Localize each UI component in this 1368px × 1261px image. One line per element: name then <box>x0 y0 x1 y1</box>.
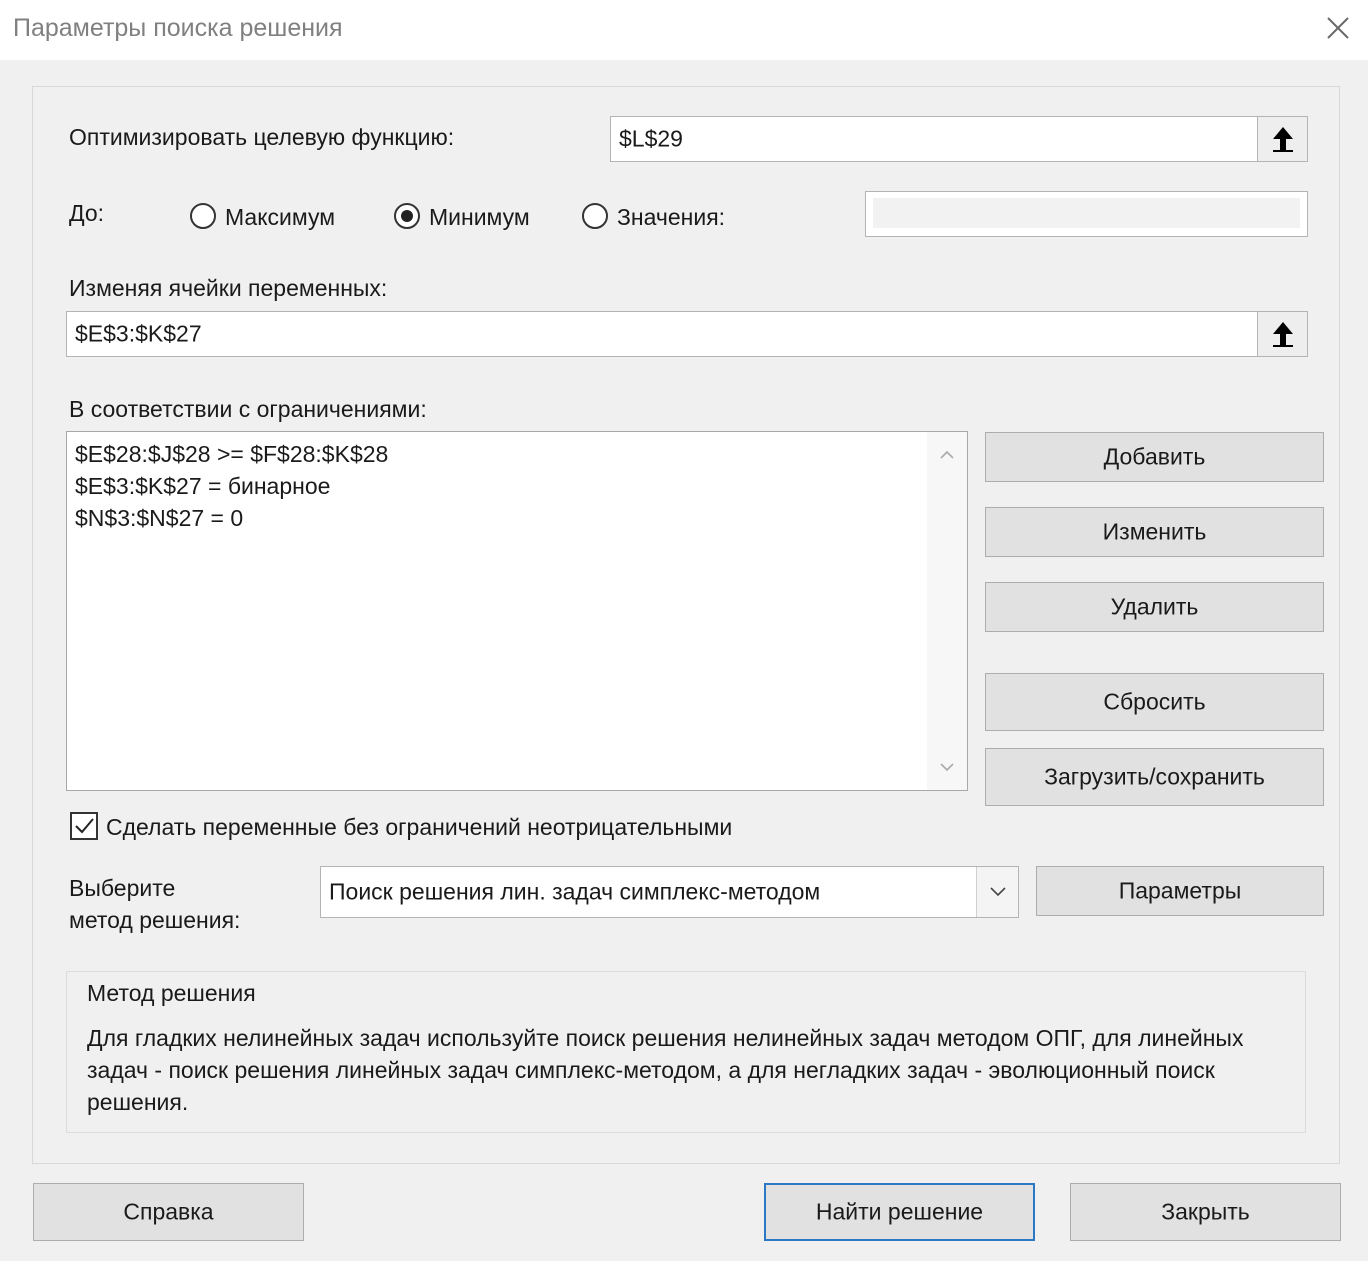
to-label: До: <box>69 200 105 226</box>
list-item[interactable]: $E$28:$J$28 >= $F$28:$K$28 <box>75 441 388 468</box>
close-button[interactable]: Закрыть <box>1070 1183 1341 1241</box>
value-of-inner <box>873 198 1300 228</box>
method-description-box: Метод решения Для гладких нелинейных зад… <box>66 971 1306 1133</box>
chevron-up-icon <box>940 450 954 459</box>
reset-button[interactable]: Сбросить <box>985 673 1324 731</box>
list-item[interactable]: $E$3:$K$27 = бинарное <box>75 473 330 500</box>
variables-value: $E$3:$K$27 <box>75 320 202 347</box>
list-item[interactable]: $N$3:$N$27 = 0 <box>75 505 243 532</box>
radio-value[interactable] <box>582 203 608 229</box>
constraints-scrollbar[interactable] <box>927 432 967 790</box>
close-icon[interactable] <box>1322 12 1354 44</box>
help-button[interactable]: Справка <box>33 1183 304 1241</box>
help-button-label: Справка <box>123 1198 214 1225</box>
radio-maximum[interactable] <box>190 203 216 229</box>
objective-value: $L$29 <box>619 125 683 152</box>
method-description-text: Для гладких нелинейных задач используйте… <box>87 1025 1244 1115</box>
delete-button-label: Удалить <box>1110 593 1199 620</box>
radio-minimum[interactable] <box>394 203 420 229</box>
arrow-up-icon <box>1273 127 1293 152</box>
add-button-label: Добавить <box>1103 443 1206 470</box>
change-button-label: Изменить <box>1102 518 1207 545</box>
method-select-value: Поиск решения лин. задач симплекс-методо… <box>329 878 821 905</box>
delete-button[interactable]: Удалить <box>985 582 1324 632</box>
chevron-down-icon <box>990 887 1006 897</box>
title-bar: Параметры поиска решения <box>0 0 1368 60</box>
load-save-button[interactable]: Загрузить/сохранить <box>985 748 1324 806</box>
constraints-label: В соответствии с ограничениями: <box>69 396 427 422</box>
radio-minimum-label: Минимум <box>429 204 530 230</box>
window-title: Параметры поиска решения <box>13 14 343 42</box>
add-button[interactable]: Добавить <box>985 432 1324 482</box>
method-label-line1: Выберите <box>69 875 176 901</box>
arrow-up-icon <box>1273 322 1293 347</box>
options-button-label: Параметры <box>1118 877 1242 904</box>
method-select[interactable]: Поиск решения лин. задач симплекс-методо… <box>320 866 1019 918</box>
nonnegative-checkbox[interactable] <box>70 812 98 840</box>
objective-field[interactable]: $L$29 <box>610 116 1308 162</box>
checkmark-icon <box>75 818 94 834</box>
method-dropdown-button[interactable] <box>976 867 1018 917</box>
objective-label: Оптимизировать целевую функцию: <box>69 124 455 150</box>
variables-field[interactable]: $E$3:$K$27 <box>66 311 1308 357</box>
value-of-field[interactable] <box>865 191 1308 237</box>
load-save-button-label: Загрузить/сохранить <box>1044 763 1265 790</box>
change-button[interactable]: Изменить <box>985 507 1324 557</box>
close-button-label: Закрыть <box>1161 1198 1250 1225</box>
chevron-down-icon <box>940 763 954 772</box>
reset-button-label: Сбросить <box>1103 688 1206 715</box>
method-description-title: Метод решения <box>87 980 256 1006</box>
radio-maximum-label: Максимум <box>225 204 336 230</box>
solve-button[interactable]: Найти решение <box>764 1183 1035 1241</box>
method-label-line2: метод решения: <box>69 907 241 933</box>
variables-label: Изменяя ячейки переменных: <box>69 275 388 301</box>
variables-ref-button[interactable] <box>1257 312 1307 356</box>
nonnegative-label: Сделать переменные без ограничений неотр… <box>106 814 733 840</box>
solve-button-label: Найти решение <box>815 1198 984 1225</box>
constraints-list[interactable]: $E$28:$J$28 >= $F$28:$K$28 $E$3:$K$27 = … <box>66 431 968 791</box>
radio-value-label: Значения: <box>617 204 726 230</box>
objective-ref-button[interactable] <box>1257 117 1307 161</box>
options-button[interactable]: Параметры <box>1036 866 1324 916</box>
